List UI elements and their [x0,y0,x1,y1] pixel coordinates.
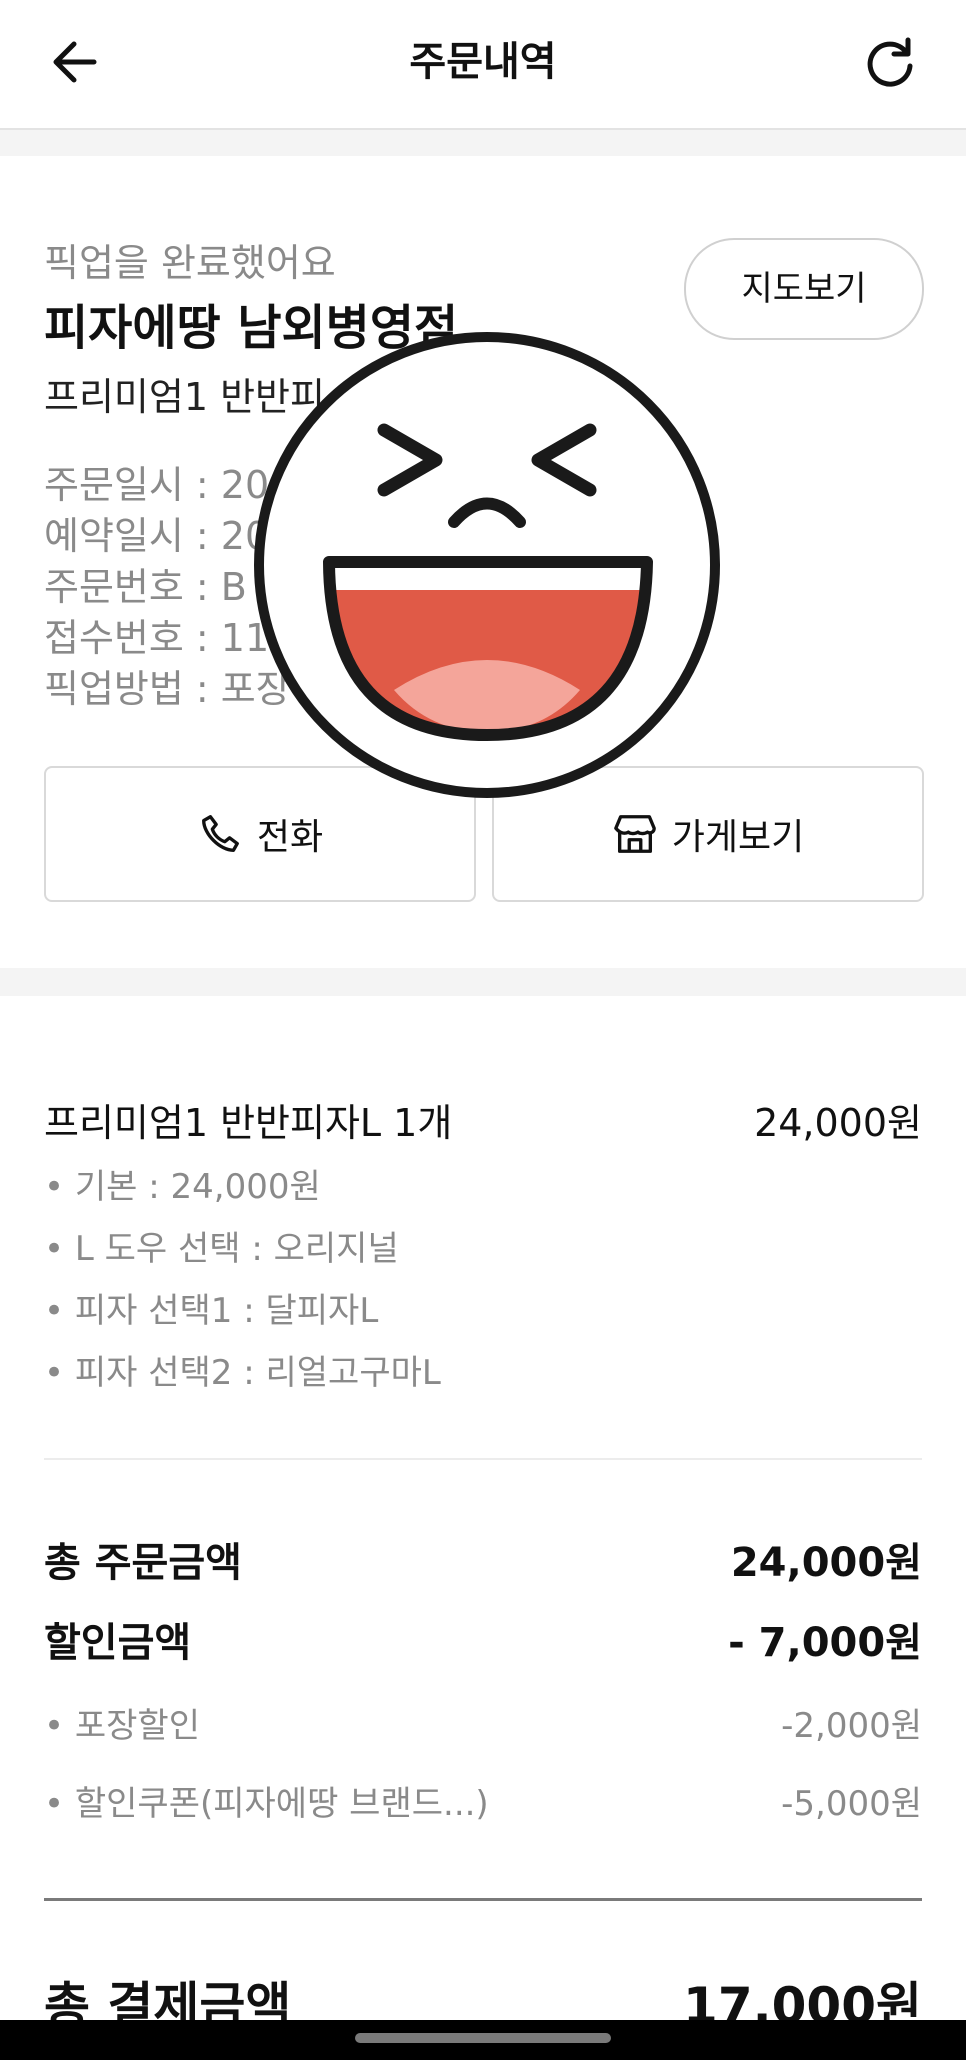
refresh-icon[interactable] [858,30,922,94]
item-price: 24,000원 [754,1101,922,1145]
call-button-label: 전화 [256,817,324,858]
item-option: • 피자 선택1 : 달피자L [44,1291,379,1331]
discount-item-label: • 포장할인 [44,1706,200,1746]
order-total-value: 24,000원 [730,1540,922,1586]
discount-value: - 7,000원 [728,1620,922,1666]
order-total-row: 총 주문금액 24,000원 [44,1530,922,1588]
item-option: • 기본 : 24,000원 [44,1167,321,1207]
discount-row: 할인금액 - 7,000원 [44,1610,922,1668]
home-indicator[interactable] [355,2033,611,2043]
store-view-button-label: 가게보기 [671,817,805,858]
order-item-row: 프리미엄1 반반피자L 1개 24,000원 [44,1092,922,1147]
item-option: • L 도우 선택 : 오리지널 [44,1229,399,1269]
discount-item-label: • 할인쿠폰(피자에땅 브랜드...) [44,1784,489,1824]
item-options: • 기본 : 24,000원 • L 도우 선택 : 오리지널 • 피자 선택1… [44,1156,441,1404]
discount-item-row: • 할인쿠폰(피자에땅 브랜드...) -5,000원 [44,1776,922,1825]
phone-icon [201,815,239,852]
discount-label: 할인금액 [44,1620,192,1666]
discount-item-value: -2,000원 [781,1706,922,1746]
page-title: 주문내역 [409,39,557,85]
map-button[interactable]: 지도보기 [684,238,924,340]
section-gap [0,968,966,996]
item-option: • 피자 선택2 : 리얼고구마L [44,1353,441,1393]
pickup-status: 픽업을 완료했어요 [44,241,336,285]
divider [44,1898,922,1901]
item-name: 프리미엄1 반반피자L 1개 [44,1101,453,1145]
divider [44,1458,922,1460]
discount-item-row: • 포장할인 -2,000원 [44,1698,922,1747]
store-icon [613,815,656,853]
order-total-label: 총 주문금액 [44,1540,242,1586]
laughing-face-sticker-icon [254,332,720,798]
app-bar: 주문내역 [0,0,966,130]
section-gap [0,130,966,156]
discount-item-value: -5,000원 [781,1784,922,1824]
